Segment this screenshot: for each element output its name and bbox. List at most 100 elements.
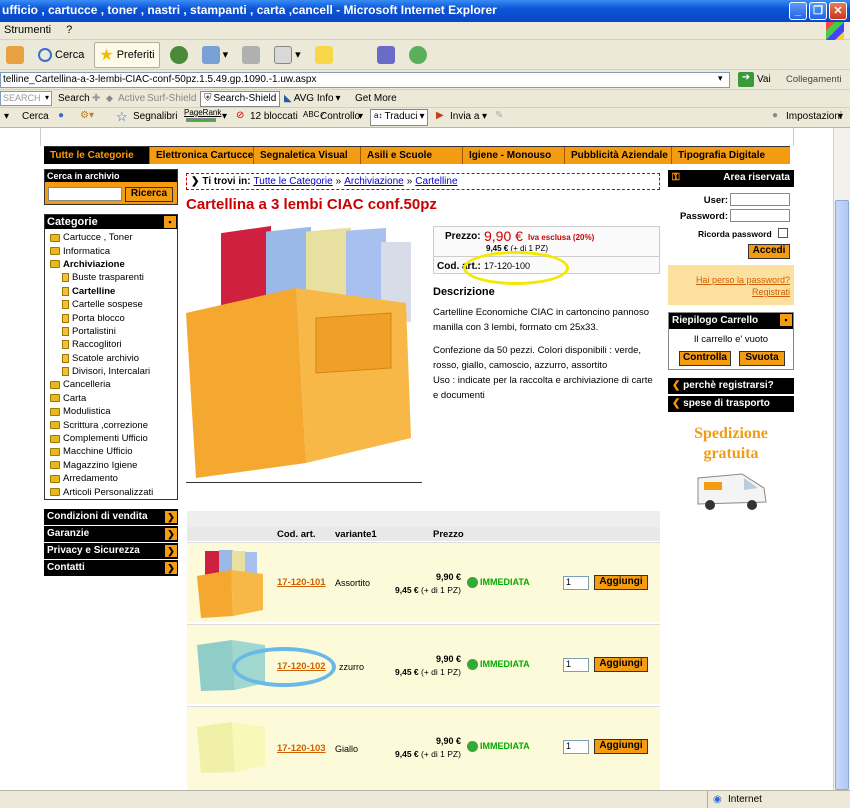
nav-tipografia[interactable]: Tipografia Digitale — [672, 147, 790, 164]
nav-elettronica[interactable]: Elettronica Cartucce — [150, 147, 254, 164]
history-button[interactable] — [166, 42, 192, 68]
register-link[interactable]: Registrati — [752, 287, 790, 297]
nav-segnaletica[interactable]: Segnaletica Visual — [254, 147, 361, 164]
surf-shield-link[interactable]: Surf-Shield — [147, 93, 196, 104]
code-link[interactable]: 17-120-103 — [277, 743, 326, 754]
category-macchine[interactable]: Macchine Ufficio — [50, 445, 177, 458]
category-arredamento[interactable]: Arredamento — [50, 472, 177, 485]
cart-check-button[interactable]: Controlla — [679, 351, 731, 366]
category-cartucce[interactable]: Cartucce , Toner — [50, 231, 177, 244]
why-register-link[interactable]: ❮ perchè registrarsi? — [668, 378, 794, 394]
menu-strumenti[interactable]: Strumenti — [4, 24, 51, 36]
print-button[interactable] — [238, 42, 264, 68]
quantity-input[interactable]: 1 — [563, 576, 589, 590]
subcategory-buste[interactable]: Buste trasparenti — [50, 271, 177, 284]
link-garanzie[interactable]: Garanzie ❯ — [44, 526, 178, 542]
folder-icon — [50, 447, 60, 456]
quantity-input[interactable]: 1 — [563, 658, 589, 672]
link-privacy[interactable]: Privacy e Sicurezza ❯ — [44, 543, 178, 559]
category-personalizzati[interactable]: Articoli Personalizzati — [50, 485, 177, 498]
add-to-cart-button[interactable]: Aggiungi — [594, 575, 648, 590]
category-magazzino[interactable]: Magazzino Igiene — [50, 459, 177, 472]
mail-button[interactable]: ▾ — [198, 42, 233, 68]
category-archiviazione[interactable]: Archiviazione — [50, 258, 177, 271]
category-informatica[interactable]: Informatica — [50, 244, 177, 257]
close-button[interactable]: ✕ — [829, 2, 847, 20]
get-more-link[interactable]: Get More — [355, 93, 397, 104]
subcategory-cartelle-sospese[interactable]: Cartelle sospese — [50, 298, 177, 311]
ricerca-button[interactable]: Ricerca — [125, 187, 173, 202]
category-modulistica[interactable]: Modulistica — [50, 405, 177, 418]
status-bar: ◉ Internet — [0, 790, 850, 808]
cart-empty-button[interactable]: Svuota — [739, 351, 785, 366]
breadcrumb-item-archiviazione[interactable]: Archiviazione — [344, 176, 403, 187]
link-condizioni[interactable]: Condizioni di vendita ❯ — [44, 509, 178, 525]
subcategory-raccoglitori[interactable]: Raccoglitori — [50, 338, 177, 351]
key-icon: ⚿ — [672, 172, 680, 183]
invia-button[interactable]: Invia a — [450, 111, 479, 122]
nav-asili[interactable]: Asili e Scuole — [361, 147, 463, 164]
password-input[interactable] — [730, 209, 790, 222]
user-input[interactable] — [730, 193, 790, 206]
note-button[interactable] — [311, 42, 337, 68]
subcategory-porta-blocco[interactable]: Porta blocco — [50, 311, 177, 324]
address-input[interactable]: telline_Cartellina-a-3-lembi-CIAC-conf-5… — [0, 72, 730, 88]
edit-button[interactable]: ▾ — [270, 42, 305, 68]
category-complementi[interactable]: Complementi Ufficio — [50, 432, 177, 445]
add-to-cart-button[interactable]: Aggiungi — [594, 657, 648, 672]
nav-all-categories[interactable]: Tutte le Categorie — [44, 147, 150, 164]
scrollbar-thumb[interactable] — [835, 200, 849, 790]
login-button[interactable]: Accedi — [748, 244, 790, 259]
dropdown-icon[interactable]: ▾ — [4, 111, 9, 122]
popup-blocked-count[interactable]: 12 bloccati — [250, 111, 298, 122]
add-to-cart-button[interactable]: Aggiungi — [594, 739, 648, 754]
favorites-button[interactable]: ★ Preferiti — [94, 41, 160, 68]
product-image — [186, 226, 411, 478]
highlighter-icon[interactable]: ✎ — [495, 110, 503, 121]
thumb-assortito — [197, 550, 263, 618]
edit-icon — [274, 45, 293, 64]
menu-help[interactable]: ? — [66, 24, 72, 36]
shipping-costs-link[interactable]: ❮ spese di trasporto — [668, 396, 794, 412]
category-scrittura[interactable]: Scrittura ,correzione — [50, 418, 177, 431]
collapse-icon[interactable]: ▪ — [164, 216, 176, 228]
breadcrumb-item-cartelline[interactable]: Cartelline — [415, 176, 457, 187]
breadcrumb-item-all[interactable]: Tutte le Categorie — [254, 176, 333, 187]
links-label[interactable]: Collegamenti — [786, 74, 841, 85]
maximize-button[interactable]: ❐ — [809, 2, 827, 20]
home-button[interactable] — [2, 42, 28, 68]
lost-password-link[interactable]: Hai perso la password? — [696, 275, 790, 285]
categories-box: Categorie ▪ Cartucce , Toner Informatica … — [44, 214, 178, 500]
impostazioni-button[interactable]: Impostazioni — [786, 111, 842, 122]
search-shield-button[interactable]: ⛨ Search-Shield — [200, 91, 281, 107]
archive-search-input[interactable] — [48, 187, 122, 201]
subcategory-scatole[interactable]: Scatole archivio — [50, 352, 177, 365]
translate-button[interactable]: a↕ Traduci ▾ — [370, 109, 429, 126]
avg-info-button[interactable]: ◣ AVG Info ▾ — [284, 93, 341, 104]
code-link[interactable]: 17-120-101 — [277, 577, 326, 588]
nav-pubblicita[interactable]: Pubblicità Aziendale — [565, 147, 672, 164]
discuss-button[interactable] — [405, 42, 431, 68]
go-button[interactable]: ➔ Vai — [738, 72, 771, 87]
category-cancelleria[interactable]: Cancelleria — [50, 378, 177, 391]
active-link[interactable]: Active — [118, 93, 145, 104]
search-button[interactable]: Cerca — [34, 42, 88, 68]
quantity-input[interactable]: 1 — [563, 740, 589, 754]
subcategory-cartelline[interactable]: Cartelline — [50, 285, 177, 298]
search-link[interactable]: Search — [58, 93, 90, 104]
cerca-link[interactable]: Cerca — [22, 111, 49, 122]
category-carta[interactable]: Carta — [50, 392, 177, 405]
tools-icon[interactable]: ⚙▾ — [80, 110, 94, 121]
segnalibri-button[interactable]: Segnalibri — [133, 111, 177, 122]
subcategory-portalistini[interactable]: Portalistini — [50, 325, 177, 338]
collapse-icon[interactable]: ▪ — [780, 314, 792, 326]
remember-checkbox[interactable] — [778, 228, 788, 238]
controllo-button[interactable]: Controllo — [320, 111, 360, 122]
messenger-button[interactable] — [373, 42, 399, 68]
home-icon — [6, 45, 24, 64]
nav-igiene[interactable]: Igiene - Monouso — [463, 147, 565, 164]
minimize-button[interactable]: _ — [789, 2, 807, 20]
link-contatti[interactable]: Contatti ❯ — [44, 560, 178, 576]
product-title: Cartellina a 3 lembi CIAC conf.50pz — [186, 196, 437, 213]
subcategory-divisori[interactable]: Divisori, Intercalari — [50, 365, 177, 378]
